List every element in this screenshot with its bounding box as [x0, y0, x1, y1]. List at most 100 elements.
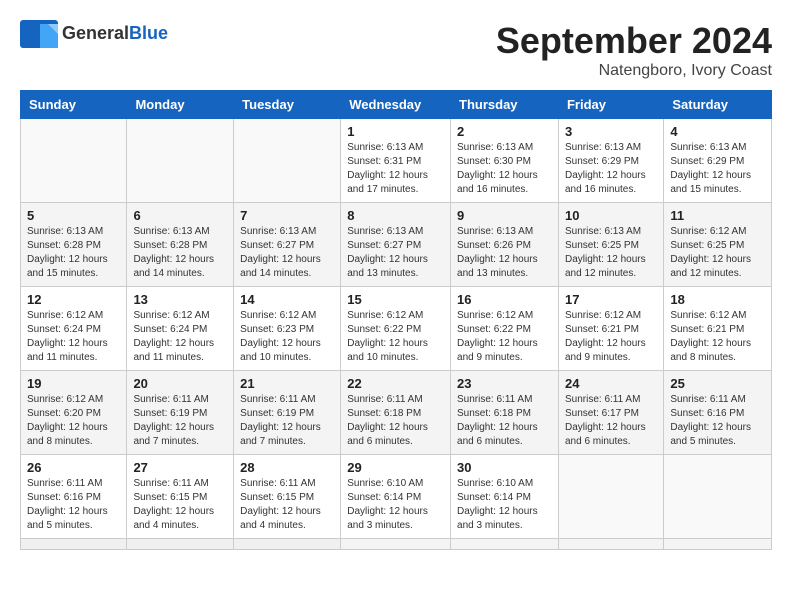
weekday-header-saturday: Saturday: [664, 91, 772, 119]
logo-blue: Blue: [129, 23, 168, 43]
day-number: 29: [347, 460, 444, 475]
calendar-cell: 10Sunrise: 6:13 AM Sunset: 6:25 PM Dayli…: [558, 203, 663, 287]
calendar-cell: [127, 119, 234, 203]
day-info: Sunrise: 6:13 AM Sunset: 6:30 PM Dayligh…: [457, 141, 552, 197]
day-number: 10: [565, 208, 657, 223]
day-info: Sunrise: 6:13 AM Sunset: 6:29 PM Dayligh…: [670, 141, 765, 197]
calendar-cell: 27 Sunrise: 6:11 AM Sunset: 6:15 PM Dayli…: [127, 455, 234, 539]
location: Natengboro, Ivory Coast: [496, 62, 772, 80]
day-number: 16: [457, 292, 552, 307]
calendar-row: [21, 539, 772, 550]
day-info: Sunrise: 6:13 AM Sunset: 6:29 PM Dayligh…: [565, 141, 657, 197]
day-number: 1: [347, 124, 444, 139]
day-number: 22: [347, 376, 444, 391]
calendar-cell: [451, 539, 559, 550]
calendar-cell: 7 Sunrise: 6:13 AM Sunset: 6:27 PM Daylig…: [234, 203, 341, 287]
calendar-cell: 8 Sunrise: 6:13 AM Sunset: 6:27 PM Daylig…: [341, 203, 451, 287]
calendar-cell: 21Sunrise: 6:11 AM Sunset: 6:19 PM Dayli…: [234, 371, 341, 455]
weekday-header-monday: Monday: [127, 91, 234, 119]
calendar-cell: 26 Sunrise: 6:11 AM Sunset: 6:16 PM Dayli…: [21, 455, 127, 539]
day-info: Sunrise: 6:11 AM Sunset: 6:16 PM Dayligh…: [27, 477, 120, 533]
calendar-cell: [234, 119, 341, 203]
day-number: 2: [457, 124, 552, 139]
calendar-cell: [21, 119, 127, 203]
calendar-row: 1 Sunrise: 6:13 AM Sunset: 6:31 PM Daylig…: [21, 119, 772, 203]
calendar-cell: 25 Sunrise: 6:11 AM Sunset: 6:16 PM Dayli…: [664, 371, 772, 455]
day-info: Sunrise: 6:11 AM Sunset: 6:15 PM Dayligh…: [133, 477, 227, 533]
calendar-cell: 19 Sunrise: 6:12 AM Sunset: 6:20 PM Dayli…: [21, 371, 127, 455]
day-number: 14: [240, 292, 334, 307]
day-number: 7: [240, 208, 334, 223]
day-number: 27: [133, 460, 227, 475]
calendar-cell: 15 Sunrise: 6:12 AM Sunset: 6:22 PM Dayli…: [341, 287, 451, 371]
calendar-cell: 30Sunrise: 6:10 AM Sunset: 6:14 PM Dayli…: [451, 455, 559, 539]
day-info: Sunrise: 6:12 AM Sunset: 6:23 PM Dayligh…: [240, 309, 334, 365]
calendar-cell: 12 Sunrise: 6:12 AM Sunset: 6:24 PM Dayli…: [21, 287, 127, 371]
day-info: Sunrise: 6:13 AM Sunset: 6:26 PM Dayligh…: [457, 225, 552, 281]
day-number: 15: [347, 292, 444, 307]
calendar-cell: 28Sunrise: 6:11 AM Sunset: 6:15 PM Dayli…: [234, 455, 341, 539]
title-area: September 2024 Natengboro, Ivory Coast: [496, 20, 772, 80]
calendar-cell: 24Sunrise: 6:11 AM Sunset: 6:17 PM Dayli…: [558, 371, 663, 455]
day-number: 9: [457, 208, 552, 223]
calendar-cell: 11Sunrise: 6:12 AM Sunset: 6:25 PM Dayli…: [664, 203, 772, 287]
calendar-cell: 17 Sunrise: 6:12 AM Sunset: 6:21 PM Dayli…: [558, 287, 663, 371]
calendar-row: 5 Sunrise: 6:13 AM Sunset: 6:28 PM Daylig…: [21, 203, 772, 287]
day-number: 20: [133, 376, 227, 391]
month-title: September 2024: [496, 20, 772, 62]
calendar-cell: 2 Sunrise: 6:13 AM Sunset: 6:30 PM Daylig…: [451, 119, 559, 203]
calendar-cell: 6 Sunrise: 6:13 AM Sunset: 6:28 PM Daylig…: [127, 203, 234, 287]
calendar-cell: [341, 539, 451, 550]
calendar-cell: 5Sunrise: 6:13 AM Sunset: 6:28 PM Daylig…: [21, 203, 127, 287]
day-info: Sunrise: 6:12 AM Sunset: 6:21 PM Dayligh…: [565, 309, 657, 365]
calendar-cell: 3Sunrise: 6:13 AM Sunset: 6:29 PM Daylig…: [558, 119, 663, 203]
day-info: Sunrise: 6:12 AM Sunset: 6:24 PM Dayligh…: [133, 309, 227, 365]
weekday-header-row: SundayMondayTuesdayWednesdayThursdayFrid…: [21, 91, 772, 119]
day-number: 12: [27, 292, 120, 307]
day-info: Sunrise: 6:13 AM Sunset: 6:31 PM Dayligh…: [347, 141, 444, 197]
day-number: 8: [347, 208, 444, 223]
day-info: Sunrise: 6:12 AM Sunset: 6:22 PM Dayligh…: [457, 309, 552, 365]
calendar-row: 12 Sunrise: 6:12 AM Sunset: 6:24 PM Dayli…: [21, 287, 772, 371]
day-number: 25: [670, 376, 765, 391]
day-number: 6: [133, 208, 227, 223]
day-info: Sunrise: 6:11 AM Sunset: 6:19 PM Dayligh…: [133, 393, 227, 449]
day-info: Sunrise: 6:12 AM Sunset: 6:20 PM Dayligh…: [27, 393, 120, 449]
day-info: Sunrise: 6:11 AM Sunset: 6:16 PM Dayligh…: [670, 393, 765, 449]
calendar-cell: [558, 539, 663, 550]
calendar-table: SundayMondayTuesdayWednesdayThursdayFrid…: [20, 90, 772, 550]
day-info: Sunrise: 6:11 AM Sunset: 6:15 PM Dayligh…: [240, 477, 334, 533]
weekday-header-thursday: Thursday: [451, 91, 559, 119]
weekday-header-tuesday: Tuesday: [234, 91, 341, 119]
day-number: 26: [27, 460, 120, 475]
day-number: 13: [133, 292, 227, 307]
calendar-cell: 13 Sunrise: 6:12 AM Sunset: 6:24 PM Dayli…: [127, 287, 234, 371]
logo-general: General: [62, 23, 129, 43]
weekday-header-friday: Friday: [558, 91, 663, 119]
calendar-cell: 22 Sunrise: 6:11 AM Sunset: 6:18 PM Dayli…: [341, 371, 451, 455]
day-number: 18: [670, 292, 765, 307]
calendar-cell: 16 Sunrise: 6:12 AM Sunset: 6:22 PM Dayli…: [451, 287, 559, 371]
day-info: Sunrise: 6:10 AM Sunset: 6:14 PM Dayligh…: [457, 477, 552, 533]
calendar-cell: [234, 539, 341, 550]
calendar-cell: [664, 455, 772, 539]
day-info: Sunrise: 6:12 AM Sunset: 6:24 PM Dayligh…: [27, 309, 120, 365]
day-number: 23: [457, 376, 552, 391]
day-number: 17: [565, 292, 657, 307]
weekday-header-sunday: Sunday: [21, 91, 127, 119]
calendar-row: 19 Sunrise: 6:12 AM Sunset: 6:20 PM Dayli…: [21, 371, 772, 455]
day-info: Sunrise: 6:13 AM Sunset: 6:27 PM Dayligh…: [240, 225, 334, 281]
day-info: Sunrise: 6:13 AM Sunset: 6:27 PM Dayligh…: [347, 225, 444, 281]
day-info: Sunrise: 6:12 AM Sunset: 6:22 PM Dayligh…: [347, 309, 444, 365]
day-number: 5: [27, 208, 120, 223]
calendar-cell: 14 Sunrise: 6:12 AM Sunset: 6:23 PM Dayli…: [234, 287, 341, 371]
day-info: Sunrise: 6:11 AM Sunset: 6:18 PM Dayligh…: [347, 393, 444, 449]
day-number: 24: [565, 376, 657, 391]
day-info: Sunrise: 6:12 AM Sunset: 6:25 PM Dayligh…: [670, 225, 765, 281]
day-info: Sunrise: 6:13 AM Sunset: 6:28 PM Dayligh…: [133, 225, 227, 281]
day-info: Sunrise: 6:11 AM Sunset: 6:19 PM Dayligh…: [240, 393, 334, 449]
day-number: 19: [27, 376, 120, 391]
calendar-cell: 20 Sunrise: 6:11 AM Sunset: 6:19 PM Dayli…: [127, 371, 234, 455]
weekday-header-wednesday: Wednesday: [341, 91, 451, 119]
calendar-cell: 18Sunrise: 6:12 AM Sunset: 6:21 PM Dayli…: [664, 287, 772, 371]
